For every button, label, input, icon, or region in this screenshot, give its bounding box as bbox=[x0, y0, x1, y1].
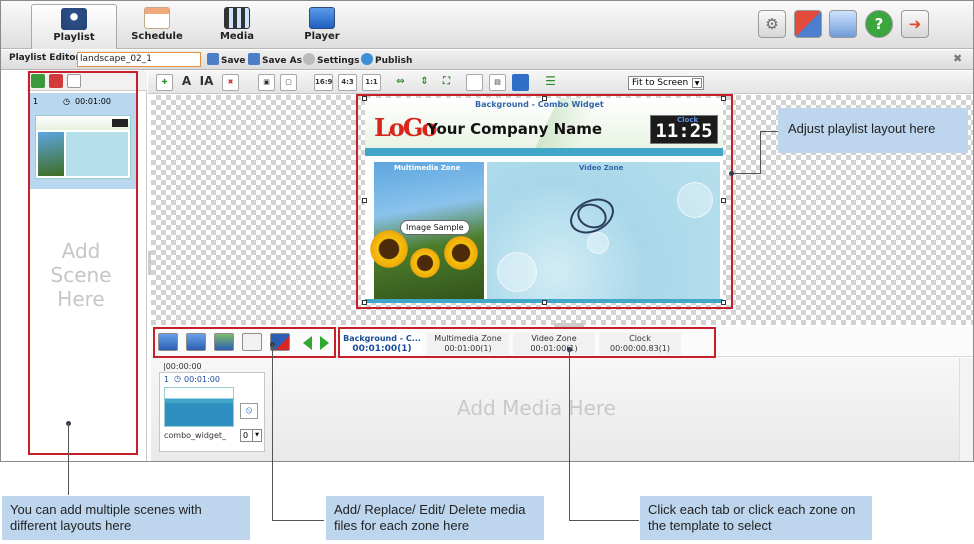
resize-handle[interactable] bbox=[362, 198, 367, 203]
clock-icon: ◷ bbox=[174, 374, 181, 383]
nav-tab-label: Schedule bbox=[131, 31, 183, 42]
save-button[interactable]: Save bbox=[207, 53, 246, 66]
align-icon[interactable]: ☰ bbox=[542, 74, 559, 91]
monitor-icon bbox=[309, 7, 335, 29]
layout-highlight-box bbox=[356, 94, 733, 309]
media-order-select[interactable]: 0 ▼ bbox=[240, 429, 262, 442]
rectangle-icon[interactable] bbox=[466, 74, 483, 91]
chevron-down-icon: ▼ bbox=[252, 430, 261, 441]
callout-adjust-layout: Adjust playlist layout here bbox=[778, 108, 968, 153]
screen-icon[interactable] bbox=[829, 10, 857, 38]
disable-media-icon[interactable]: ⦸ bbox=[240, 403, 258, 419]
callout-connector bbox=[68, 423, 69, 495]
resize-handle[interactable] bbox=[362, 96, 367, 101]
layout-toolbar: ✚ A IA ✖ ▣ ▢ 16:9 4:3 1:1 ⇔ ⇕ ⛶ ▤ ☰ Fit … bbox=[148, 71, 973, 94]
media-timecode: |00:00:00 bbox=[163, 362, 202, 371]
publish-button[interactable]: Publish bbox=[361, 53, 412, 66]
callout-select-tabs: Click each tab or click each zone on the… bbox=[640, 496, 872, 540]
settings-button[interactable]: Settings bbox=[303, 53, 359, 66]
resize-handle[interactable] bbox=[721, 96, 726, 101]
film-icon bbox=[224, 7, 250, 29]
resize-handle[interactable] bbox=[362, 300, 367, 305]
callout-connector bbox=[569, 349, 570, 520]
save-label: Save bbox=[221, 56, 246, 66]
top-nav: Playlist Schedule Media Player ⚙ ? ➜ bbox=[1, 1, 973, 49]
delete-zone-icon[interactable]: ✖ bbox=[222, 74, 239, 91]
add-media-placeholder: Add Media Here bbox=[457, 396, 616, 420]
nav-tab-label: Media bbox=[219, 31, 255, 42]
media-item-thumbnail bbox=[164, 387, 234, 427]
zone-tabs-highlight-box bbox=[338, 327, 716, 358]
media-list-scrollbar[interactable] bbox=[959, 358, 973, 461]
resize-handle[interactable] bbox=[721, 198, 726, 203]
aspect-16-9-button[interactable]: 16:9 bbox=[314, 74, 333, 91]
nav-tab-playlist[interactable]: Playlist bbox=[31, 4, 117, 49]
root: Playlist Schedule Media Player ⚙ ? ➜ Pla… bbox=[0, 0, 974, 544]
editor-label: Playlist Editor - bbox=[9, 53, 87, 63]
close-icon[interactable]: ✖ bbox=[953, 52, 962, 65]
bring-forward-icon[interactable]: ▣ bbox=[258, 74, 275, 91]
publish-label: Publish bbox=[375, 56, 413, 66]
media-item-name: combo_widget_ bbox=[164, 431, 227, 440]
callout-connector bbox=[760, 131, 778, 132]
help-icon[interactable]: ? bbox=[865, 10, 893, 38]
globe-icon bbox=[361, 53, 373, 65]
callout-add-scenes: You can add multiple scenes with differe… bbox=[2, 496, 250, 540]
resize-handle[interactable] bbox=[542, 300, 547, 305]
paste-icon[interactable]: ▤ bbox=[489, 74, 506, 91]
nav-tab-label: Player bbox=[304, 31, 340, 42]
gear-icon bbox=[303, 53, 315, 65]
add-zone-icon[interactable]: ✚ bbox=[156, 74, 173, 91]
playlist-icon bbox=[61, 8, 87, 30]
display-icon[interactable] bbox=[794, 10, 822, 38]
add-text-zone-icon[interactable]: IA bbox=[198, 74, 215, 91]
disk-icon bbox=[248, 53, 260, 65]
nav-tab-player[interactable]: Player bbox=[279, 4, 365, 46]
aspect-4-3-button[interactable]: 4:3 bbox=[338, 74, 357, 91]
calendar-icon bbox=[144, 7, 170, 29]
callout-connector bbox=[732, 173, 760, 174]
chevron-down-icon: ▼ bbox=[692, 78, 702, 88]
callout-connector bbox=[569, 520, 639, 521]
logout-icon[interactable]: ➜ bbox=[901, 10, 929, 38]
add-text-icon[interactable]: A bbox=[178, 74, 195, 91]
settings-label: Settings bbox=[317, 56, 360, 66]
playlist-editor-bar: Playlist Editor - landscape_02_1 Save Sa… bbox=[1, 50, 973, 70]
callout-connector bbox=[272, 520, 324, 521]
settings-icon[interactable]: ⚙ bbox=[758, 10, 786, 38]
fit-all-icon[interactable]: ⛶ bbox=[438, 74, 455, 91]
nav-tab-schedule[interactable]: Schedule bbox=[114, 4, 200, 46]
media-item-duration: 00:01:00 bbox=[184, 375, 220, 384]
media-order-value: 0 bbox=[243, 431, 249, 440]
scene-panel-highlight-box bbox=[28, 71, 138, 455]
send-backward-icon[interactable]: ▢ bbox=[280, 74, 297, 91]
nav-tab-media[interactable]: Media bbox=[194, 4, 280, 46]
resize-handle[interactable] bbox=[542, 96, 547, 101]
aspect-1-1-button[interactable]: 1:1 bbox=[362, 74, 381, 91]
disk-icon bbox=[207, 53, 219, 65]
callout-connector bbox=[272, 344, 273, 520]
stretch-vertical-icon[interactable]: ⇕ bbox=[416, 74, 433, 91]
callout-media-files: Add/ Replace/ Edit/ Delete media files f… bbox=[326, 496, 544, 540]
media-tools-highlight-box bbox=[153, 327, 336, 358]
resize-handle[interactable] bbox=[721, 300, 726, 305]
callout-dot bbox=[729, 171, 734, 176]
app-window: Playlist Schedule Media Player ⚙ ? ➜ Pla… bbox=[0, 0, 974, 462]
save-as-button[interactable]: Save As bbox=[248, 53, 302, 66]
save-as-label: Save As bbox=[262, 56, 302, 66]
fit-select[interactable]: Fit to Screen ▼ bbox=[628, 76, 704, 90]
media-item[interactable]: 1 ◷ 00:01:00 combo_widget_ ⦸ 0 ▼ bbox=[159, 372, 265, 452]
playlist-name-field[interactable]: landscape_02_1 bbox=[77, 52, 201, 67]
media-item-number: 1 bbox=[164, 375, 170, 384]
stretch-horizontal-icon[interactable]: ⇔ bbox=[392, 74, 409, 91]
clock-zone-label: Clock bbox=[677, 116, 699, 124]
nav-tab-label: Playlist bbox=[53, 32, 95, 43]
fit-select-value: Fit to Screen bbox=[632, 78, 689, 88]
screen-layout-icon[interactable] bbox=[512, 74, 529, 91]
callout-connector bbox=[760, 131, 761, 174]
